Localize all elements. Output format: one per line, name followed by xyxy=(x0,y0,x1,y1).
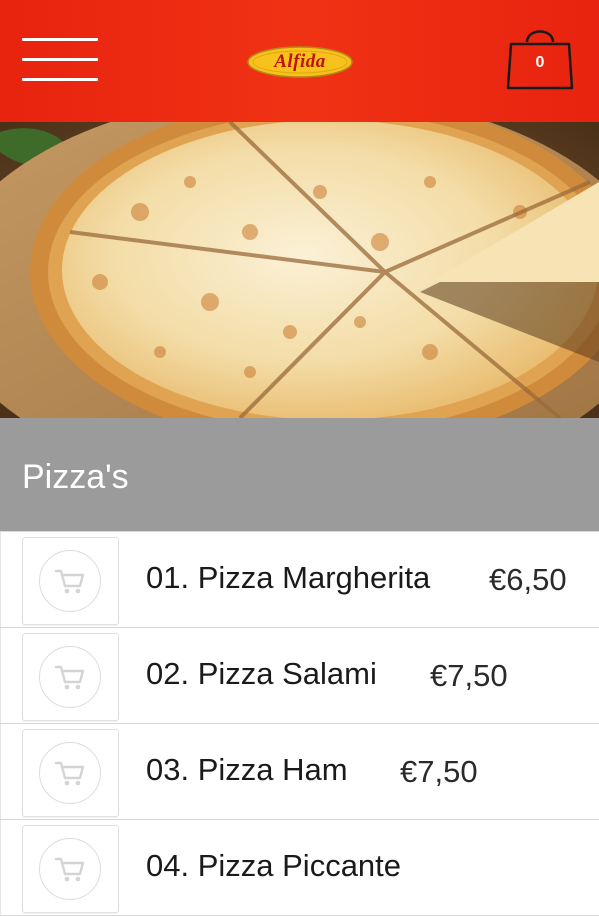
add-to-cart-button[interactable] xyxy=(22,537,119,625)
category-title: Pizza's xyxy=(22,458,129,496)
alfida-logo[interactable]: Alfida xyxy=(247,45,353,79)
shopping-cart-icon xyxy=(39,742,101,804)
list-item[interactable]: 03. Pizza Ham €7,50 xyxy=(0,724,599,820)
shopping-cart-icon xyxy=(39,838,101,900)
product-name: 02. Pizza Salami xyxy=(146,656,377,691)
app-header: Alfida 0 xyxy=(0,0,599,122)
add-to-cart-button[interactable] xyxy=(22,633,119,721)
product-name: 03. Pizza Ham xyxy=(146,752,348,787)
shopping-cart-icon xyxy=(39,550,101,612)
product-name: 01. Pizza Margherita xyxy=(146,560,431,595)
category-header: Pizza's xyxy=(0,418,599,531)
hamburger-menu-icon[interactable] xyxy=(22,38,100,84)
list-item[interactable]: 04. Pizza Piccante xyxy=(0,820,599,916)
logo-text: Alfida xyxy=(274,51,326,72)
list-item[interactable]: 01. Pizza Margherita €6,50 xyxy=(0,531,599,628)
product-price: €6,50 xyxy=(489,562,567,597)
add-to-cart-button[interactable] xyxy=(22,729,119,817)
product-list: 01. Pizza Margherita €6,50 02. Pizza Sal… xyxy=(0,531,599,916)
shopping-cart-icon xyxy=(39,646,101,708)
shopping-bag-icon[interactable]: 0 xyxy=(505,18,575,94)
product-price: €7,50 xyxy=(400,754,478,789)
hero-pizza-image xyxy=(0,122,599,418)
product-price: €7,50 xyxy=(430,658,508,693)
list-item[interactable]: 02. Pizza Salami €7,50 xyxy=(0,628,599,724)
cart-count-badge: 0 xyxy=(535,54,545,71)
product-name: 04. Pizza Piccante xyxy=(146,848,402,883)
